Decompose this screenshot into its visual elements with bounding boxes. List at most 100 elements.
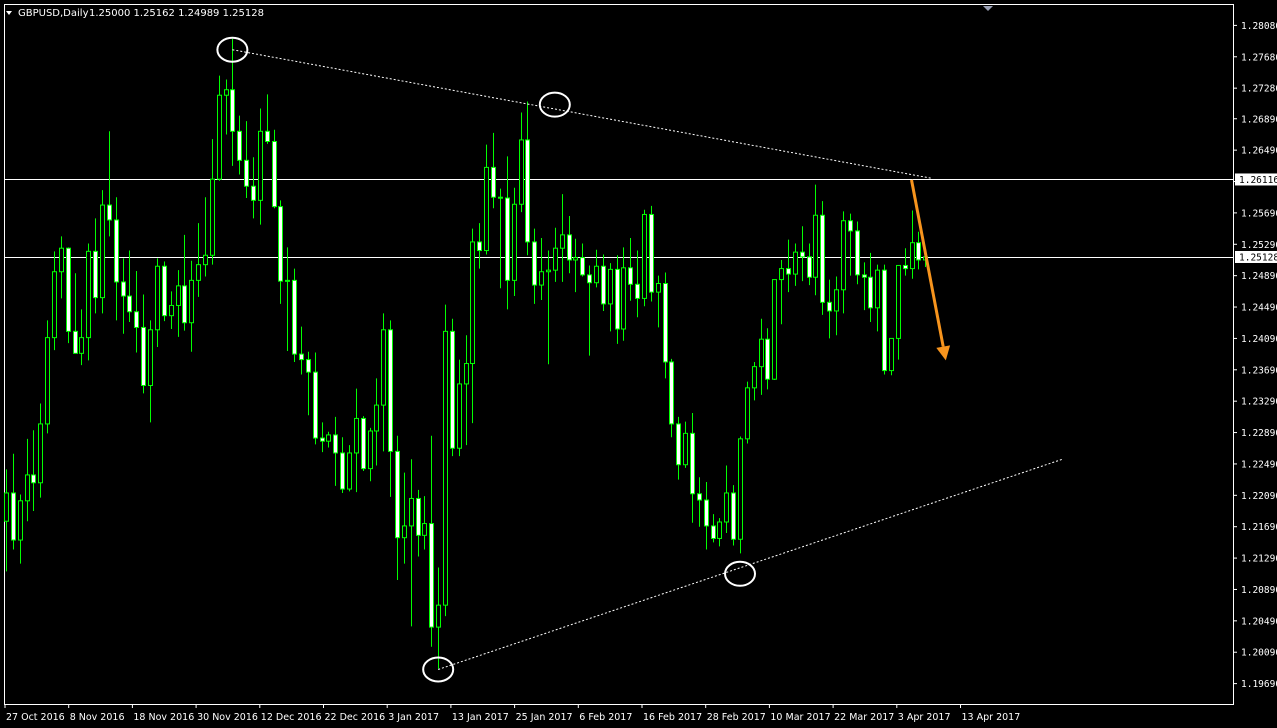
candle-body — [93, 250, 98, 299]
candle-body — [436, 604, 441, 628]
candle-body — [738, 438, 743, 540]
candle — [251, 157, 256, 219]
candle-body — [189, 279, 194, 324]
candlestick-chart[interactable]: GBPUSD,Daily 1.25000 1.25162 1.24989 1.2… — [0, 0, 1277, 728]
candle — [38, 403, 43, 498]
candle-body — [834, 289, 839, 312]
candle — [107, 131, 112, 237]
candle-body — [759, 338, 764, 368]
x-tick-label: 6 Feb 2017 — [579, 712, 632, 723]
y-tick-label: 1.22090 — [1241, 491, 1277, 502]
candle-body — [841, 220, 846, 291]
candle — [409, 459, 414, 627]
candle — [429, 435, 434, 647]
candle — [573, 238, 578, 293]
candles-layer — [4, 38, 928, 669]
x-tick-label: 30 Nov 2016 — [197, 712, 258, 723]
candle-body — [786, 268, 791, 275]
candle-body — [299, 353, 304, 361]
candle — [896, 264, 901, 360]
candle — [443, 304, 448, 617]
candle-body — [656, 283, 661, 293]
candle — [340, 437, 345, 493]
ohlc-values: 1.25000 1.25162 1.24989 1.25128 — [89, 8, 264, 19]
y-tick-label: 1.20090 — [1241, 648, 1277, 659]
candle-body — [868, 276, 873, 309]
candle — [416, 489, 421, 557]
candle — [676, 416, 681, 480]
x-tick-label: 22 Dec 2016 — [325, 712, 386, 723]
candle — [93, 218, 98, 314]
candle-body — [553, 247, 558, 271]
candle-body — [107, 204, 112, 221]
candle-body — [388, 329, 393, 452]
y-tick-label: 1.20490 — [1241, 616, 1277, 627]
y-tick-label: 1.22490 — [1241, 459, 1277, 470]
candle — [402, 472, 407, 564]
candle-body — [244, 159, 249, 187]
candle — [649, 205, 654, 302]
candle-body — [292, 279, 297, 355]
candle — [141, 294, 146, 394]
time-axis: 27 Oct 2016 8 Nov 2016 18 Nov 2016 30 Nov 2… — [4, 704, 1021, 723]
candle-body — [217, 94, 222, 180]
highlight-circle — [538, 91, 571, 118]
candle-body — [326, 434, 331, 442]
candle — [210, 139, 215, 265]
candle — [532, 228, 537, 304]
candle-body — [374, 404, 379, 432]
chart-shift-marker-icon[interactable] — [983, 6, 993, 11]
candle-body — [340, 452, 345, 490]
candle-body — [25, 474, 30, 502]
symbol-menu-icon[interactable] — [6, 11, 12, 15]
candle-body — [642, 213, 647, 299]
candle — [477, 223, 482, 269]
candle — [285, 247, 290, 351]
candle-body — [896, 264, 901, 339]
candle — [690, 412, 695, 523]
candle — [697, 477, 702, 527]
candle — [759, 318, 764, 395]
candle — [731, 485, 736, 546]
candle-body — [731, 492, 736, 540]
candle-body — [711, 525, 716, 539]
candle — [834, 276, 839, 336]
candle — [875, 264, 880, 332]
candle — [45, 320, 50, 434]
x-tick-label: 8 Nov 2016 — [70, 712, 125, 723]
candle-body — [272, 141, 277, 208]
candle-body — [148, 329, 153, 386]
x-tick-label: 10 Mar 2017 — [770, 712, 830, 723]
candle-body — [38, 423, 43, 484]
x-tick-label: 12 Dec 2016 — [261, 712, 322, 723]
candle — [724, 465, 729, 533]
candle — [450, 318, 455, 457]
x-tick-label: 13 Apr 2017 — [962, 712, 1021, 723]
candle — [86, 243, 91, 361]
candle — [601, 254, 606, 311]
candle — [436, 567, 441, 669]
candle — [793, 243, 798, 286]
candle — [347, 445, 352, 492]
candle — [772, 279, 777, 380]
candle — [800, 226, 805, 282]
candle-body — [210, 178, 215, 256]
y-tick-label: 1.24890 — [1241, 271, 1277, 282]
candle — [765, 328, 770, 390]
trendline — [232, 49, 933, 179]
candle — [224, 79, 229, 135]
candle — [889, 337, 894, 376]
candle — [374, 378, 379, 466]
candle-body — [916, 242, 921, 261]
candle — [656, 275, 661, 328]
candle-body — [635, 283, 640, 299]
candle-body — [464, 363, 469, 385]
candle — [59, 236, 64, 299]
candle-body — [196, 264, 201, 281]
candle-body — [903, 264, 908, 270]
x-tick-label: 27 Oct 2016 — [6, 712, 65, 723]
candle-body — [793, 251, 798, 275]
x-tick-label: 18 Nov 2016 — [133, 712, 194, 723]
candle-body — [320, 437, 325, 442]
candle — [841, 211, 846, 314]
